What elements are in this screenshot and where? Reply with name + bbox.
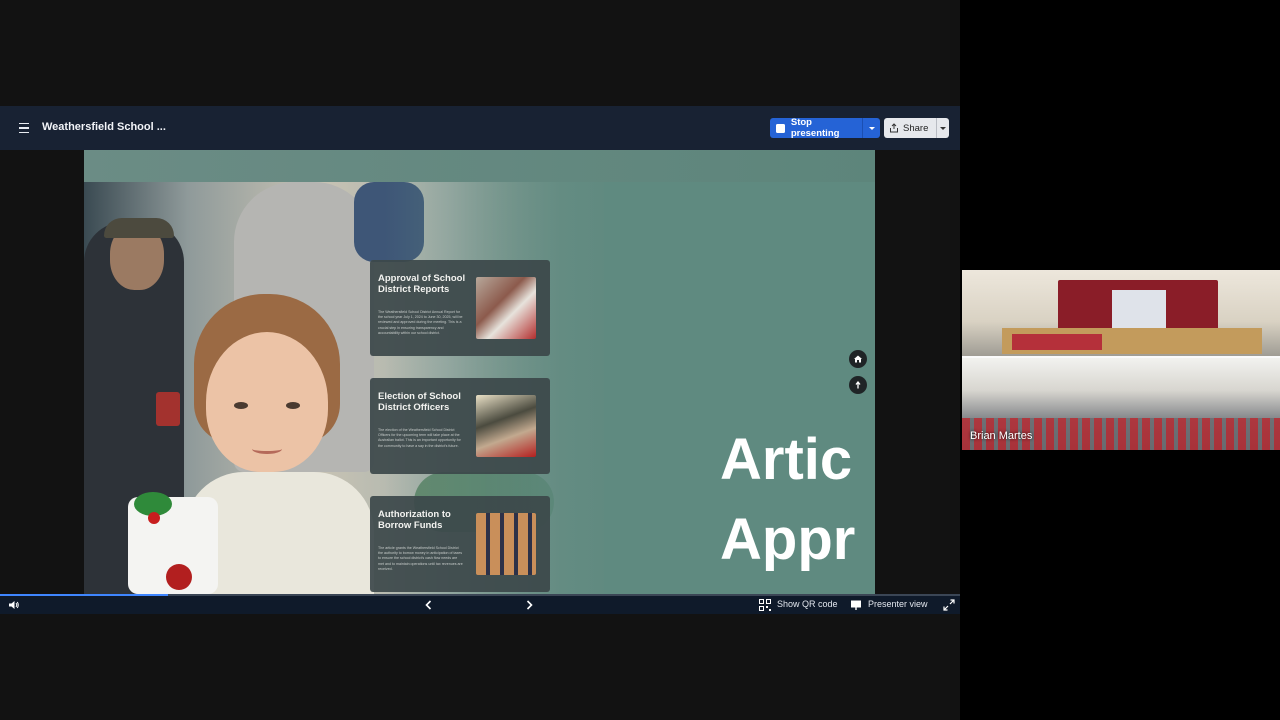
share-main[interactable]: Share <box>884 118 936 138</box>
stop-presenting-label: Stop presenting <box>790 117 840 139</box>
slide-top-band <box>84 150 875 182</box>
menu-icon[interactable] <box>14 118 34 138</box>
share-dropdown[interactable] <box>936 118 949 138</box>
presenter-icon[interactable] <box>849 598 863 611</box>
stop-presenting-dropdown[interactable] <box>862 118 880 138</box>
card-title: Approval of School District Reports <box>378 273 466 295</box>
photo-girl-eye-right <box>286 402 300 409</box>
slide-big-title-line2: Appr <box>720 507 856 572</box>
back-icon[interactable] <box>849 376 867 394</box>
photo-red-cup <box>156 392 180 426</box>
photo-holly-berry <box>148 512 160 524</box>
volume-icon[interactable] <box>7 598 21 611</box>
slide-card-2: Election of School District Officers The… <box>370 378 550 474</box>
chevron-right-icon[interactable] <box>522 598 536 611</box>
photo-girl-smile <box>252 444 282 454</box>
participant-name: Brian Martes <box>970 430 1033 442</box>
stop-presenting-main[interactable]: Stop presenting <box>770 117 862 139</box>
presenter-view-button[interactable]: Presenter view <box>868 599 928 609</box>
show-qr-code-button[interactable]: Show QR code <box>777 599 838 609</box>
slide-big-title-line1: Artic <box>720 427 853 492</box>
chevron-left-icon[interactable] <box>422 598 436 611</box>
chevron-down-icon <box>868 126 875 130</box>
qr-code-icon[interactable] <box>758 598 772 611</box>
chevron-down-icon <box>940 126 946 130</box>
fullscreen-icon[interactable] <box>942 598 956 611</box>
home-icon[interactable] <box>849 350 867 368</box>
stop-presenting-button[interactable]: Stop presenting <box>770 117 880 139</box>
slide-canvas: Approval of School District Reports The … <box>84 150 875 594</box>
share-icon <box>890 123 898 133</box>
progress-fill <box>0 594 168 596</box>
photo-mug-nose <box>166 564 192 590</box>
slide-card-1: Approval of School District Reports The … <box>370 260 550 356</box>
card-body: The election of the Weathersfield School… <box>378 428 461 448</box>
video-board-table <box>1012 334 1102 350</box>
presentation-controls: Show QR code Presenter view <box>0 594 960 614</box>
slide-big-title: Artic Appr <box>720 420 855 580</box>
stop-icon <box>776 123 785 133</box>
video-projector-screen <box>1112 290 1166 328</box>
share-button[interactable]: Share <box>884 118 949 138</box>
card-thumbnail <box>476 513 536 575</box>
card-title: Authorization to Borrow Funds <box>378 509 451 531</box>
participant-video[interactable] <box>962 270 1280 450</box>
share-label: Share <box>903 122 929 134</box>
card-body: The article grants the Weathersfield Sch… <box>378 546 463 571</box>
photo-girl-eye-left <box>234 402 248 409</box>
card-thumbnail <box>476 395 536 457</box>
card-body: The Weathersfield School District Annual… <box>378 310 463 335</box>
video-stage-view <box>962 270 1280 356</box>
card-title: Election of School District Officers <box>378 391 461 413</box>
slide-card-3: Authorization to Borrow Funds The articl… <box>370 496 550 592</box>
document-title: Weathersfield School ... <box>42 121 166 133</box>
card-thumbnail <box>476 277 536 339</box>
photo-man-cap <box>104 218 174 238</box>
